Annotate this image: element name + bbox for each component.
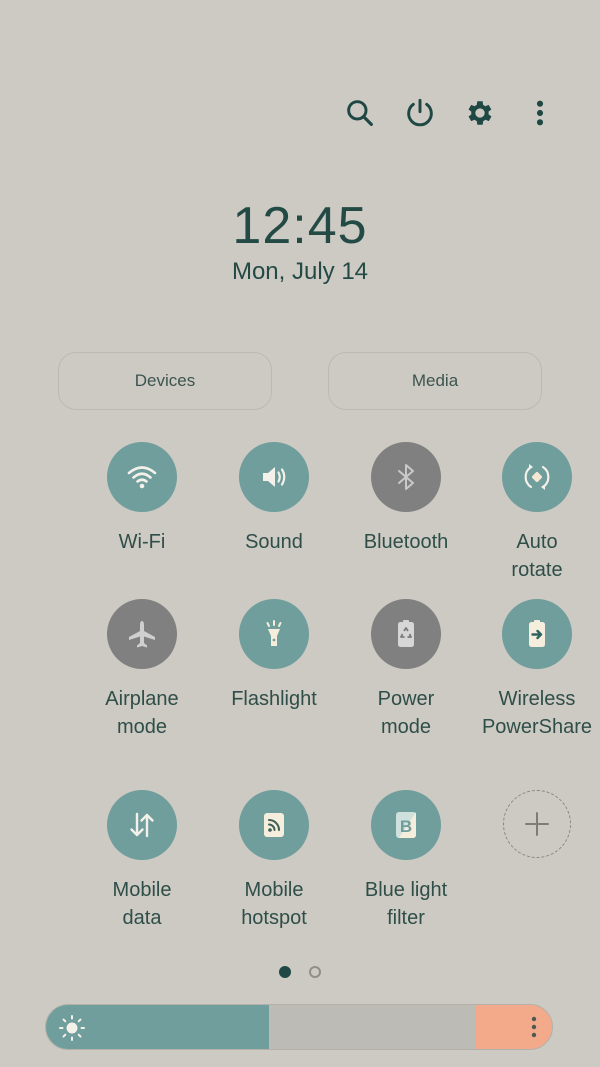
top-action-bar	[330, 88, 570, 138]
tile-blue-light-filter[interactable]: B Blue light filter	[340, 790, 472, 932]
speaker-icon	[263, 467, 286, 487]
tile-label: Flashlight	[231, 688, 317, 710]
clock-widget[interactable]: 12:45 Mon, July 14	[0, 198, 600, 286]
more-vertical-icon	[536, 100, 544, 126]
tile-label: Bluetooth	[363, 531, 449, 553]
gear-icon	[468, 101, 492, 125]
tile-power-mode[interactable]: Power mode	[340, 599, 472, 741]
tile-flashlight[interactable]: Flashlight	[208, 599, 340, 713]
tile-wi-fi-toggle[interactable]	[107, 442, 177, 512]
settings-button[interactable]	[450, 88, 510, 138]
tile-blue-light-filter-toggle[interactable]: B	[371, 790, 441, 860]
tile-airplane-mode[interactable]: Airplane mode	[76, 599, 208, 741]
clock-time: 12:45	[232, 197, 368, 255]
tile-label: Mobile data	[112, 879, 172, 929]
tile-power-mode-toggle[interactable]	[371, 599, 441, 669]
power-mode-icon	[398, 620, 414, 647]
tile-airplane-mode-toggle[interactable]	[107, 599, 177, 669]
tile-label: Wireless PowerShare	[481, 688, 593, 738]
clock-date: Mon, July 14	[231, 258, 369, 285]
tile-sound-toggle[interactable]	[239, 442, 309, 512]
tile-label: Blue light filter	[364, 879, 448, 929]
media-button[interactable]: Media	[328, 352, 542, 410]
tile-label: Airplane mode	[105, 688, 179, 738]
tile-label: Auto rotate	[511, 531, 563, 581]
airplane-icon	[129, 621, 155, 648]
search-icon	[347, 100, 373, 126]
plus-icon	[525, 812, 549, 836]
tile-label: Wi-Fi	[118, 531, 166, 553]
tile-auto-rotate[interactable]: Auto rotate	[471, 442, 600, 584]
brightness-sun-icon	[59, 1015, 85, 1041]
shortcut-pills: Devices Media	[58, 352, 542, 410]
tile-auto-rotate-toggle[interactable]	[502, 442, 572, 512]
tile-wireless-powershare-toggle[interactable]	[502, 599, 572, 669]
tile-mobile-data[interactable]: Mobile data	[76, 790, 208, 932]
flashlight-icon	[266, 620, 282, 646]
brightness-slider[interactable]	[45, 1004, 553, 1050]
page-dot-1[interactable]	[279, 966, 291, 978]
tile-label: Mobile hotspot	[241, 879, 307, 929]
blue-light-filter-icon: B	[396, 812, 416, 838]
tile-sound[interactable]: Sound	[208, 442, 340, 556]
brightness-more-button[interactable]	[476, 1005, 552, 1049]
more-vertical-icon	[531, 1016, 537, 1038]
devices-button[interactable]: Devices	[58, 352, 272, 410]
tile-mobile-data-toggle[interactable]	[107, 790, 177, 860]
wireless-powershare-icon	[529, 620, 545, 647]
power-button[interactable]	[390, 88, 450, 138]
svg-text:B: B	[400, 817, 412, 836]
tile-bluetooth[interactable]: Bluetooth	[340, 442, 472, 556]
hotspot-icon	[264, 813, 284, 837]
tile-wireless-powershare[interactable]: Wireless PowerShare	[471, 599, 600, 741]
search-button[interactable]	[330, 88, 390, 138]
tile-mobile-hotspot-toggle[interactable]	[239, 790, 309, 860]
tile-mobile-hotspot[interactable]: Mobile hotspot	[208, 790, 340, 932]
bluetooth-icon	[398, 464, 414, 490]
mobile-data-icon	[130, 812, 154, 838]
add-tile[interactable]	[471, 790, 600, 858]
tile-label: Power mode	[377, 688, 435, 738]
page-indicator	[0, 966, 600, 978]
power-icon	[407, 98, 433, 127]
tile-label: Sound	[245, 531, 303, 553]
wifi-icon	[127, 466, 157, 489]
tile-wi-fi[interactable]: Wi-Fi	[76, 442, 208, 556]
tile-flashlight-toggle[interactable]	[239, 599, 309, 669]
more-options-button[interactable]	[510, 88, 570, 138]
add-tile-toggle[interactable]	[503, 790, 571, 858]
page-dot-2[interactable]	[309, 966, 321, 978]
tile-bluetooth-toggle[interactable]	[371, 442, 441, 512]
auto-rotate-icon	[524, 464, 550, 490]
